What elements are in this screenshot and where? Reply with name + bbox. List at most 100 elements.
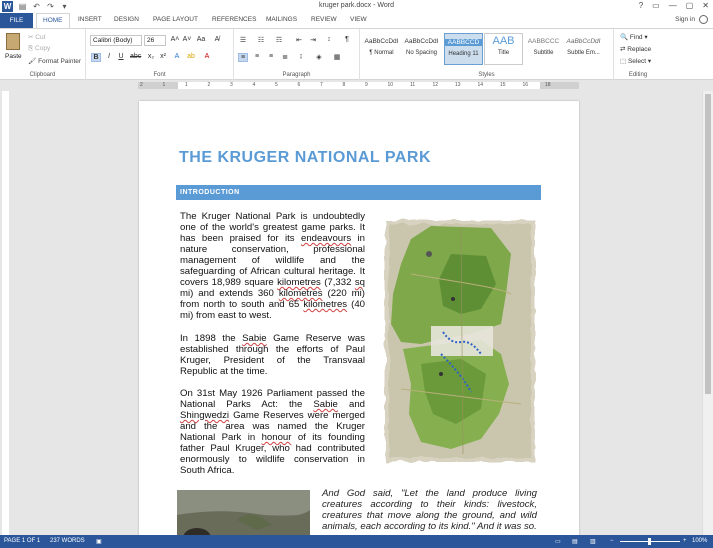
underline-button[interactable]: U: [116, 53, 126, 60]
paragraph-3[interactable]: On 31st May 1926 Parliament passed the N…: [180, 388, 365, 476]
show-marks-icon[interactable]: ¶: [342, 36, 352, 43]
section-heading[interactable]: INTRODUCTION: [176, 185, 541, 200]
zoom-in-icon[interactable]: +: [683, 538, 687, 544]
zoom-slider-knob[interactable]: [648, 538, 651, 545]
highlight-icon[interactable]: ab: [186, 53, 196, 60]
tab-design[interactable]: DESIGN: [114, 16, 139, 23]
font-size-select[interactable]: 26: [144, 35, 166, 46]
line-spacing-icon[interactable]: ↨: [296, 53, 306, 60]
format-painter-button[interactable]: 🖌 Format Painter: [28, 57, 81, 65]
text-run: In 1898 the: [180, 333, 243, 344]
misspelled-word: honour: [261, 432, 292, 443]
ruler-number: 14: [477, 82, 484, 88]
ruler-number: 5: [275, 82, 278, 88]
quote-text[interactable]: And God said, "Let the land produce livi…: [322, 488, 537, 532]
italic-button[interactable]: I: [104, 53, 114, 60]
ruler-number: 3: [230, 82, 233, 88]
style-subtitle[interactable]: AABBCCC Subtitle: [524, 33, 563, 65]
tab-insert[interactable]: INSERT: [78, 16, 102, 23]
document-title[interactable]: THE KRUGER NATIONAL PARK: [179, 149, 431, 167]
decrease-indent-icon[interactable]: ⇤: [294, 36, 304, 44]
style-heading-11[interactable]: AABBCCD Heading 11: [444, 33, 483, 65]
bold-button[interactable]: B: [91, 53, 101, 62]
style-sample: AABBCCC: [527, 38, 560, 45]
tab-view[interactable]: VIEW: [350, 16, 367, 23]
cut-label: Cut: [35, 34, 46, 41]
style-name: ¶ Normal: [369, 50, 394, 56]
zoom-level[interactable]: 100%: [692, 538, 707, 544]
page-count[interactable]: PAGE 1 OF 1: [4, 538, 40, 544]
close-icon[interactable]: ✕: [702, 1, 709, 10]
superscript-icon[interactable]: x²: [158, 53, 168, 60]
document-page[interactable]: THE KRUGER NATIONAL PARK INTRODUCTION Th…: [139, 101, 579, 541]
style-subtle-emphasis[interactable]: AaBbCcDdI Subtle Em...: [564, 33, 603, 65]
subscript-icon[interactable]: x₂: [146, 53, 156, 60]
paragraph-1[interactable]: The Kruger National Park is undoubtedly …: [180, 211, 365, 321]
misspelled-word: Sabie: [242, 333, 267, 344]
justify-icon[interactable]: ≣: [280, 53, 290, 61]
paste-icon[interactable]: [6, 33, 20, 50]
sign-in-link[interactable]: Sign in: [675, 16, 695, 23]
kruger-map-image[interactable]: [381, 214, 539, 466]
style-sample: AAB: [492, 35, 515, 47]
shrink-font-icon[interactable]: A˅: [182, 36, 192, 43]
print-layout-icon[interactable]: ▤: [572, 538, 578, 545]
text-effects-icon[interactable]: A: [172, 53, 182, 60]
style-no-spacing[interactable]: AaBbCcDdI No Spacing: [402, 33, 441, 65]
ruler-number: 4: [252, 82, 256, 88]
style-title[interactable]: AAB Title: [484, 33, 523, 65]
font-family-select[interactable]: Calibri (Body): [90, 35, 142, 46]
ribbon-display-icon[interactable]: ▭: [652, 1, 660, 10]
sort-icon[interactable]: ↕: [324, 36, 334, 43]
style-sample: AaBbCcDdI: [404, 38, 439, 45]
copy-button[interactable]: ⎘ Copy: [28, 45, 50, 53]
horizontal-ruler[interactable]: 2 1 1 2 3 4 5 6 7 8 9 10 11 12 13 14 15 16 18: [0, 80, 713, 91]
increase-indent-icon[interactable]: ⇥: [308, 36, 318, 44]
text-run: mi) and extends 360: [180, 288, 279, 299]
scroll-thumb[interactable]: [705, 94, 711, 394]
vertical-ruler[interactable]: [0, 91, 11, 535]
vertical-scrollbar[interactable]: [702, 91, 713, 535]
ruler-number: 11: [410, 82, 416, 88]
text-run: and: [337, 399, 365, 410]
cut-button[interactable]: ✂ Cut: [28, 33, 45, 41]
shading-icon[interactable]: ◈: [314, 53, 324, 61]
style-normal[interactable]: AaBbCcDdI ¶ Normal: [362, 33, 401, 65]
title-bar: W ▤ ↶ ↷ ▾ kruger park.docx - Word ? ▭ — …: [0, 0, 713, 13]
ruler-number: 2: [207, 82, 211, 88]
multilevel-list-icon[interactable]: ☶: [274, 36, 284, 44]
align-left-icon[interactable]: ≡: [238, 53, 248, 62]
font-color-icon[interactable]: A: [202, 53, 212, 60]
help-icon[interactable]: ?: [639, 1, 643, 10]
status-bar: PAGE 1 OF 1 237 WORDS ▣ ▭ ▤ ▥ − + 100%: [0, 535, 713, 548]
clear-formatting-icon[interactable]: A̸: [212, 36, 222, 43]
style-name: Heading 11: [448, 51, 479, 57]
ruler-number: 2: [140, 82, 143, 88]
avatar[interactable]: [699, 15, 708, 24]
maximize-icon[interactable]: ▢: [686, 1, 694, 10]
align-center-icon[interactable]: ≡: [252, 53, 262, 60]
tab-file[interactable]: FILE: [0, 13, 33, 28]
proofing-icon[interactable]: ▣: [96, 538, 102, 545]
paste-button[interactable]: Paste: [5, 53, 22, 60]
grow-font-icon[interactable]: A˄: [170, 36, 180, 43]
tab-references[interactable]: REFERENCES: [212, 16, 256, 23]
borders-icon[interactable]: ▦: [332, 53, 342, 61]
strikethrough-icon[interactable]: abc: [130, 53, 141, 60]
ruler-number: 7: [320, 82, 323, 88]
zoom-out-icon[interactable]: −: [610, 538, 614, 544]
web-layout-icon[interactable]: ▥: [590, 538, 596, 545]
tab-page-layout[interactable]: PAGE LAYOUT: [153, 16, 198, 23]
minimize-icon[interactable]: —: [669, 1, 677, 10]
tab-mailings[interactable]: MAILINGS: [266, 16, 297, 23]
tab-review[interactable]: REVIEW: [311, 16, 337, 23]
change-case-icon[interactable]: Aa: [196, 36, 206, 43]
numbering-icon[interactable]: ☷: [256, 36, 266, 44]
tab-home[interactable]: HOME: [36, 13, 70, 28]
align-right-icon[interactable]: ≡: [266, 53, 276, 60]
paragraph-2[interactable]: In 1898 the Sabie Game Reserve was estab…: [180, 333, 365, 377]
bullets-icon[interactable]: ☰: [238, 36, 248, 44]
read-mode-icon[interactable]: ▭: [555, 538, 561, 545]
word-count[interactable]: 237 WORDS: [50, 538, 85, 544]
wildlife-photo[interactable]: [177, 490, 310, 541]
